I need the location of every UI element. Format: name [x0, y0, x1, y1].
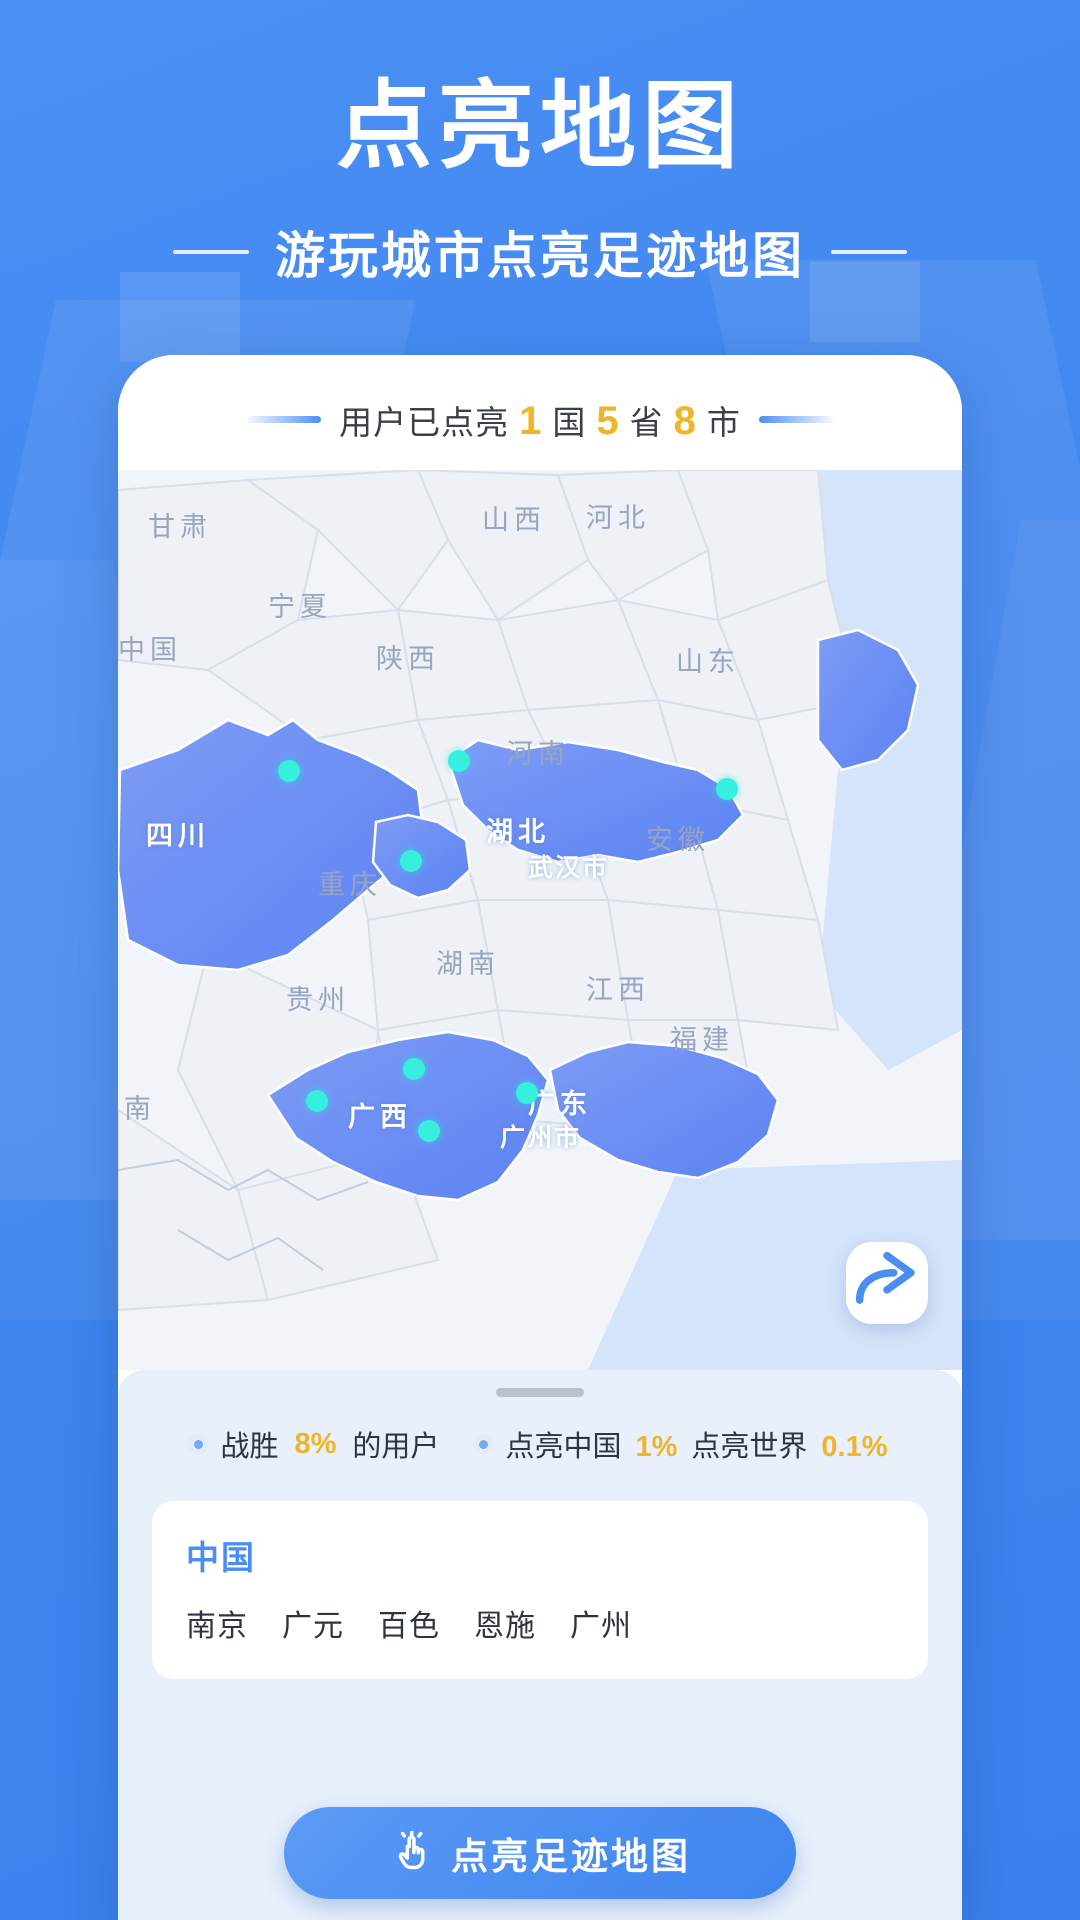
card-city-item[interactable]: 广元 [282, 1601, 344, 1645]
stat-world-value: 0.1% [821, 1431, 888, 1463]
stat-beat-users: 战胜 8% 的用户 [188, 1423, 439, 1465]
counter-province-value: 5 [596, 398, 620, 443]
tap-hand-icon [398, 1831, 425, 1870]
card-city-item[interactable]: 南京 [186, 1601, 248, 1645]
hero-section: 点亮地图 游玩城市点亮足迹地图 [0, 0, 1080, 288]
card-city-item[interactable]: 百色 [378, 1601, 440, 1645]
counter-prefix: 用户已点亮 [339, 403, 510, 441]
counter-text: 用户已点亮 1 国 5 省 8 市 [339, 396, 741, 444]
stat-beat-value: 8% [294, 1427, 337, 1460]
page-title: 点亮地图 [336, 73, 744, 180]
phone-mockup: 用户已点亮 1 国 5 省 8 市 甘肃 宁夏 陕西 山西 河北 中国 山东 河… [118, 355, 962, 1920]
share-arrow-icon[interactable] [846, 1242, 928, 1324]
bullet-dot-icon [188, 1434, 209, 1454]
country-card-title: 中国 [186, 1539, 256, 1576]
counter-city-unit: 市 [706, 403, 741, 441]
map-city-dot-6[interactable] [306, 1090, 328, 1112]
map-city-dot-2[interactable] [448, 750, 470, 772]
counter-country-unit: 国 [552, 403, 587, 441]
hero-subtitle-row: 游玩城市点亮足迹地图 [0, 216, 1080, 288]
bullet-dot-icon-2 [473, 1434, 494, 1454]
card-city-item[interactable]: 恩施 [474, 1601, 536, 1645]
light-up-map-button-label: 点亮足迹地图 [451, 1836, 691, 1877]
counter-country-value: 1 [519, 398, 543, 443]
map-svg [118, 470, 962, 1370]
map-city-dot-4[interactable] [716, 778, 738, 800]
counter-rule-right [758, 416, 833, 423]
stat-china-label: 点亮中国 [505, 1431, 622, 1463]
map-city-dot-8[interactable] [516, 1082, 538, 1104]
sheet-grabber[interactable] [496, 1388, 584, 1397]
hero-rule-left [173, 250, 249, 255]
stat-beat-prefix: 战胜 [220, 1431, 279, 1463]
stat-world-label: 点亮世界 [691, 1431, 808, 1463]
footprint-map[interactable]: 甘肃 宁夏 陕西 山西 河北 中国 山东 河南 安徽 四川 重庆 湖北 武汉市 湖南 贵州 江西 福建南广西 广东… [118, 470, 962, 1370]
bottom-sheet: 战胜 8% 的用户 点亮中国 1% 点亮世界 0.1% 中国 南京 广元 百色 恩施广… [118, 1370, 962, 1920]
stats-row: 战胜 8% 的用户 点亮中国 1% 点亮世界 0.1% [118, 1423, 962, 1465]
counter-province-unit: 省 [629, 403, 664, 441]
light-up-map-button[interactable]: 点亮足迹地图 [284, 1807, 796, 1899]
map-city-dot-7[interactable] [418, 1120, 440, 1142]
hero-rule-right [831, 250, 907, 255]
map-city-dot-5[interactable] [403, 1058, 425, 1080]
country-card[interactable]: 中国 南京 广元 百色 恩施 广州 [152, 1501, 928, 1679]
stat-china-value: 1% [635, 1431, 678, 1463]
map-city-dot-1[interactable] [278, 760, 300, 782]
hero-subtitle: 游玩城市点亮足迹地图 [275, 228, 805, 285]
counter-rule-left [247, 416, 322, 423]
stat-beat-suffix: 的用户 [352, 1431, 440, 1463]
share-arrow-glyph [855, 1251, 915, 1304]
stat-coverage: 点亮中国 1% 点亮世界 0.1% [473, 1423, 891, 1465]
card-city-item[interactable]: 广州 [570, 1601, 632, 1645]
counter-city-value: 8 [673, 398, 697, 443]
country-card-cities: 南京 广元 百色 恩施 广州 [186, 1601, 894, 1645]
map-city-dot-3[interactable] [400, 850, 422, 872]
counter-header: 用户已点亮 1 国 5 省 8 市 [118, 355, 962, 470]
